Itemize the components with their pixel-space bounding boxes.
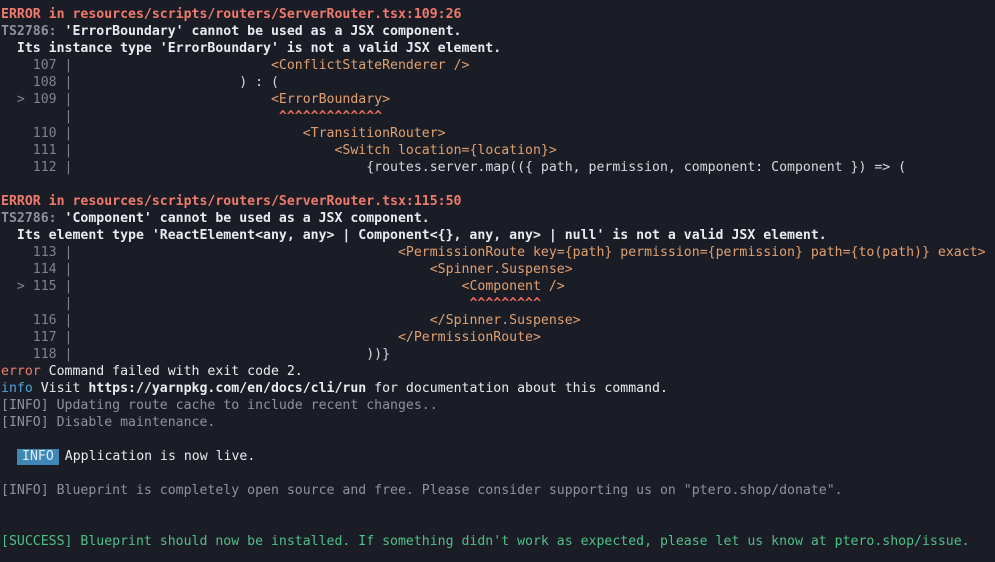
line-gutter: 114 | (1, 262, 81, 277)
info-badge: INFO (17, 449, 59, 465)
code-text: <Switch location={location}> (80, 143, 557, 158)
code-text: ) : ( (80, 75, 279, 90)
yarn-info-pre: Visit (32, 381, 89, 396)
code-text: <Spinner.Suspense> (80, 262, 573, 277)
line-gutter: 118 | (1, 347, 81, 362)
error-code: TS2786: (1, 211, 57, 226)
code-line: 112 | {routes.server.map(({ path, permis… (1, 159, 995, 176)
live-line: INFO Application is now live. (1, 448, 995, 465)
success-line: [SUCCESS] Blueprint should now be instal… (1, 534, 970, 549)
docs-link[interactable]: https://yarnpkg.com/en/docs/cli/run (88, 381, 366, 396)
code-line: 118 | ))} (1, 346, 995, 363)
yarn-info-line: info Visit https://yarnpkg.com/en/docs/c… (1, 380, 995, 397)
error-caret-line: | ^^^^^^^^^^^^^ (1, 108, 995, 125)
yarn-info-label: info (1, 381, 33, 396)
terminal-output: ERROR in resources/scripts/routers/Serve… (0, 0, 995, 550)
error-header: ERROR in resources/scripts/routers/Serve… (1, 7, 462, 22)
code-line-highlighted: > 115 | <Component /> (1, 278, 995, 295)
code-text: <ConflictStateRenderer /> (80, 58, 470, 73)
code-line: 107 | <ConflictStateRenderer /> (1, 57, 995, 74)
line-gutter: 116 | (1, 313, 81, 328)
line-gutter: 110 | (1, 126, 81, 141)
code-text: <PermissionRoute key={path} permission={… (80, 245, 986, 260)
code-text: ))} (80, 347, 391, 362)
line-gutter: > 115 | (1, 279, 81, 294)
error-carets: ^^^^^^^^^^^^^ (80, 109, 383, 124)
code-line: 117 | </PermissionRoute> (1, 329, 995, 346)
line-gutter: | (1, 109, 81, 124)
live-text: Application is now live. (64, 449, 256, 464)
code-text: {routes.server.map(({ path, permission, … (80, 160, 907, 175)
line-gutter: 107 | (1, 58, 81, 73)
error-message: TS2786: 'Component' cannot be used as a … (1, 210, 995, 227)
code-line-highlighted: > 109 | <ErrorBoundary> (1, 91, 995, 108)
line-gutter: 117 | (1, 330, 81, 345)
code-line: 111 | <Switch location={location}> (1, 142, 995, 159)
code-text: </Spinner.Suspense> (80, 313, 581, 328)
error-detail: Its instance type 'ErrorBoundary' is not… (1, 41, 502, 56)
error-code: TS2786: (1, 24, 57, 39)
yarn-error-label: error (1, 364, 41, 379)
error-detail: Its element type 'ReactElement<any, any>… (1, 228, 827, 243)
yarn-error-line: error Command failed with exit code 2. (1, 363, 995, 380)
error-message: TS2786: 'ErrorBoundary' cannot be used a… (1, 23, 995, 40)
error-carets: ^^^^^^^^^ (80, 296, 541, 311)
code-text: <Component /> (80, 279, 565, 294)
code-text: <ErrorBoundary> (80, 92, 391, 107)
code-line: 110 | <TransitionRouter> (1, 125, 995, 142)
error-header: ERROR in resources/scripts/routers/Serve… (1, 194, 462, 209)
line-gutter: 113 | (1, 245, 81, 260)
line-gutter: > 109 | (1, 92, 81, 107)
line-gutter: 112 | (1, 160, 81, 175)
line-gutter: | (1, 296, 81, 311)
code-line: 108 | ) : ( (1, 74, 995, 91)
code-text: </PermissionRoute> (80, 330, 541, 345)
yarn-info-post: for documentation about this command. (366, 381, 668, 396)
code-line: 114 | <Spinner.Suspense> (1, 261, 995, 278)
line-gutter: 108 | (1, 75, 81, 90)
error-caret-line: | ^^^^^^^^^ (1, 295, 995, 312)
code-text: <TransitionRouter> (80, 126, 446, 141)
log-line: [INFO] Blueprint is completely open sour… (1, 483, 843, 498)
error-text: 'Component' cannot be used as a JSX comp… (56, 211, 430, 226)
code-line: 113 | <PermissionRoute key={path} permis… (1, 244, 995, 261)
code-line: 116 | </Spinner.Suspense> (1, 312, 995, 329)
line-gutter: 111 | (1, 143, 81, 158)
error-text: 'ErrorBoundary' cannot be used as a JSX … (56, 24, 462, 39)
log-line: [INFO] Disable maintenance. (1, 415, 216, 430)
log-line: [INFO] Updating route cache to include r… (1, 398, 438, 413)
yarn-error-text: Command failed with exit code 2. (40, 364, 303, 379)
